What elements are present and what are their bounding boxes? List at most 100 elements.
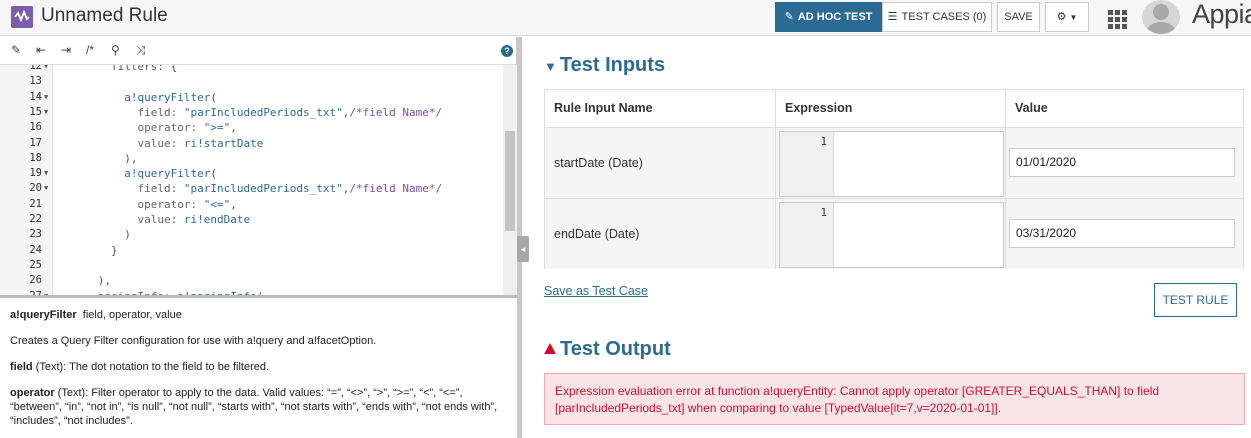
code-line: a!queryFilter( xyxy=(124,167,217,181)
settings-menu-button[interactable]: ⚙ ▼ xyxy=(1045,2,1089,32)
app-grid-icon[interactable] xyxy=(1108,10,1127,29)
code-line: field: "parIncludedPeriods_txt",/*field … xyxy=(137,182,443,196)
line-number: 21 xyxy=(29,197,42,210)
code-area[interactable]: 12 ▼ filters: {13 14 ▼ a!queryFilter(15 ▼ fi… xyxy=(0,65,503,295)
test-cases-button[interactable]: ☰ TEST CASES (0) xyxy=(882,2,992,32)
expression-rule-icon xyxy=(11,6,33,28)
function-documentation: a!queryFilter field, operator, value Cre… xyxy=(0,298,517,438)
code-line: operator: "<=", xyxy=(137,197,237,211)
signature-function-name: a!queryFilter xyxy=(10,309,77,321)
start-date-input[interactable]: 01/01/2020 xyxy=(1009,148,1235,177)
help-icon[interactable]: ? xyxy=(501,45,513,57)
test-output-heading: Test Output xyxy=(544,338,671,361)
test-inputs-table: Rule Input Name Expression Value startDa… xyxy=(544,89,1244,269)
signature-params: field, operator, value xyxy=(82,309,182,321)
expression-editor-field[interactable]: 1 xyxy=(779,131,1004,197)
expression-cell: 1 xyxy=(776,199,1006,269)
line-number: 17 xyxy=(29,136,42,149)
line-number: 22 xyxy=(29,213,42,225)
column-header: Rule Input Name xyxy=(545,90,776,127)
param-field: field (Text): The dot notation to the fi… xyxy=(10,360,507,374)
table-row: startDate (Date) 1 01/01/2020 xyxy=(545,127,1243,198)
test-rule-button[interactable]: TEST RULE xyxy=(1154,283,1237,317)
line-number: 20 xyxy=(29,182,42,195)
expression-gutter: 1 xyxy=(780,132,834,196)
rule-title[interactable]: Unnamed Rule xyxy=(41,5,168,27)
list-icon: ☰ xyxy=(887,11,898,23)
editor-scroll-thumb[interactable] xyxy=(505,131,515,231)
param-operator-desc: (Text): Filter operator to apply to the … xyxy=(10,387,498,427)
user-avatar[interactable] xyxy=(1142,0,1180,34)
code-line: ), xyxy=(124,151,138,165)
line-number: 16 xyxy=(29,121,42,134)
line-number: 13 xyxy=(29,75,42,88)
value-cell: 01/01/2020 xyxy=(1006,128,1243,198)
save-as-test-case-link[interactable]: Save as Test Case xyxy=(544,284,648,298)
code-line: value: ri!endDate xyxy=(137,213,251,226)
save-button[interactable]: SAVE xyxy=(997,2,1040,32)
column-header: Value xyxy=(1006,90,1243,127)
line-number: 15 xyxy=(29,105,42,118)
error-message: Expression evaluation error at function … xyxy=(544,373,1245,425)
expression-editor-field[interactable]: 1 xyxy=(779,202,1004,268)
code-line: value: ri!startDate xyxy=(137,136,264,150)
fold-arrow-icon[interactable]: ▼ xyxy=(44,181,48,196)
editor-scrollbar[interactable] xyxy=(503,65,517,295)
test-cases-label: TEST CASES (0) xyxy=(901,11,987,23)
chevron-down-icon: ▼ xyxy=(544,59,557,74)
fold-arrow-icon[interactable]: ▼ xyxy=(44,65,48,74)
line-number: 14 xyxy=(29,90,42,103)
code-line: } xyxy=(110,243,118,257)
ad-hoc-test-label: AD HOC TEST xyxy=(797,11,873,23)
line-number: 12 xyxy=(29,65,42,72)
param-operator-name: operator xyxy=(10,387,55,399)
code-line: ) xyxy=(124,228,131,242)
edit-icon: ✎ xyxy=(784,11,794,23)
rule-input-name: endDate (Date) xyxy=(545,199,776,269)
fold-arrow-icon[interactable]: ▼ xyxy=(44,90,48,105)
magic-wand-icon[interactable]: ✎ xyxy=(11,43,21,57)
rule-input-name: startDate (Date) xyxy=(545,128,776,198)
param-operator: operator (Text): Filter operator to appl… xyxy=(10,386,507,428)
end-date-input[interactable]: 03/31/2020 xyxy=(1009,219,1235,248)
line-number: 23 xyxy=(29,228,42,241)
shuffle-icon[interactable]: ⤨ xyxy=(136,43,146,58)
test-panel: ▼ Test Inputs Rule Input Name Expression … xyxy=(522,37,1251,438)
fold-arrow-icon[interactable]: ▼ xyxy=(44,105,48,120)
line-number: 18 xyxy=(29,151,42,164)
code-line: field: "parIncludedPeriods_txt",/*field … xyxy=(137,105,443,119)
comment-toggle-button[interactable]: /* xyxy=(86,43,94,57)
appian-logo: Appia xyxy=(1192,0,1251,29)
code-line: operator: ">=", xyxy=(137,121,237,135)
code-line: ), xyxy=(97,274,111,288)
ad-hoc-test-button[interactable]: ✎ AD HOC TEST xyxy=(775,2,882,32)
code-line: a!queryFilter( xyxy=(124,90,217,104)
save-label: SAVE xyxy=(1004,11,1033,23)
editor-toolbar: ✎ ⇤ ⇥ /* ⚲ ⤨ ? xyxy=(0,37,516,65)
function-description: Creates a Query Filter configuration for… xyxy=(10,335,377,347)
line-number: 25 xyxy=(29,258,42,271)
outdent-icon[interactable]: ⇤ xyxy=(36,43,46,57)
search-icon[interactable]: ⚲ xyxy=(111,43,120,57)
code-line: filters: { xyxy=(110,65,178,73)
function-signature: a!queryFilter field, operator, value xyxy=(10,308,507,322)
app-header: Unnamed Rule ✎ AD HOC TEST ☰ TEST CASES (0… xyxy=(0,0,1251,36)
indent-icon[interactable]: ⇥ xyxy=(61,43,71,57)
expression-gutter: 1 xyxy=(780,203,834,267)
line-number: 26 xyxy=(29,274,42,287)
caret-down-icon: ▼ xyxy=(1069,13,1078,22)
param-field-name: field xyxy=(10,361,33,373)
test-inputs-heading[interactable]: ▼ Test Inputs xyxy=(544,54,665,77)
line-number: 24 xyxy=(29,243,42,256)
column-header: Expression xyxy=(776,90,1006,127)
gear-icon: ⚙ xyxy=(1056,11,1067,23)
test-inputs-title: Test Inputs xyxy=(559,54,666,76)
expression-editor: ✎ ⇤ ⇥ /* ⚲ ⤨ ? 12 ▼ filters: {13 14 ▼ a!que… xyxy=(0,37,517,295)
param-field-desc: (Text): The dot notation to the field to… xyxy=(32,361,270,373)
expression-cell: 1 xyxy=(776,128,1006,198)
warning-icon xyxy=(544,343,556,354)
fold-arrow-icon[interactable]: ▼ xyxy=(44,166,48,181)
line-number: 1 xyxy=(820,136,827,148)
line-number: 1 xyxy=(820,207,827,219)
test-output-title: Test Output xyxy=(560,338,671,360)
